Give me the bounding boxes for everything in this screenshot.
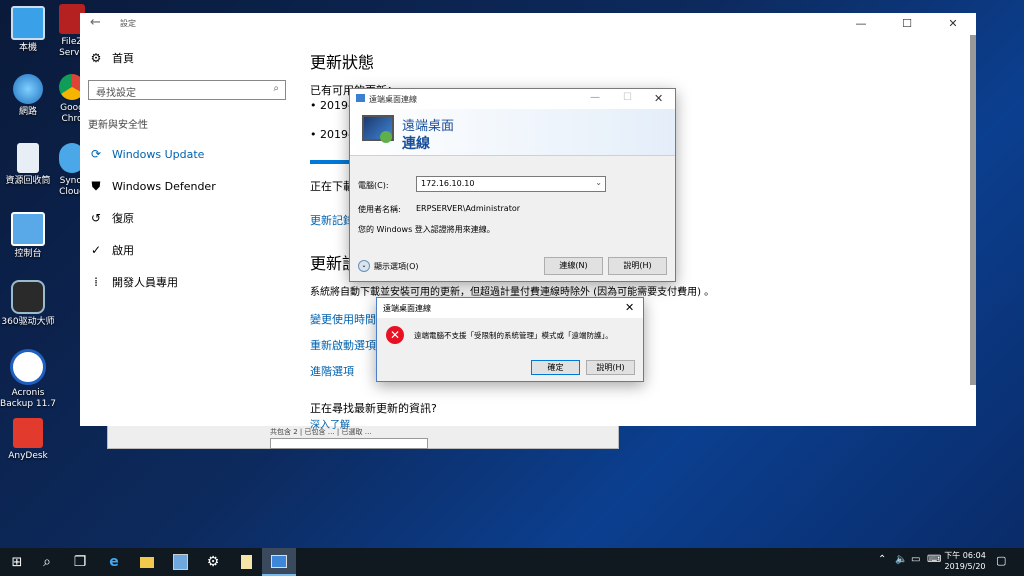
- section-heading: 更新與安全性: [88, 120, 148, 131]
- search-icon[interactable]: ⌕: [30, 548, 64, 576]
- chevron-down-icon[interactable]: ⌄: [595, 178, 602, 187]
- background-window-field: [270, 438, 428, 449]
- acronis-icon: [10, 349, 46, 385]
- minimize-icon[interactable]: —: [838, 13, 884, 35]
- settings-titlebar[interactable]: ← 設定 — ☐ ✕: [80, 13, 976, 35]
- ok-button[interactable]: 確定: [531, 360, 580, 375]
- username-label: 使用者名稱:: [358, 205, 401, 214]
- username-value: ERPSERVER\Administrator: [416, 204, 521, 213]
- nav-windows-update[interactable]: ⟳ Windows Update: [89, 144, 204, 164]
- desktop-icon-anydesk[interactable]: AnyDesk: [0, 418, 58, 462]
- gear-icon: ⚙: [90, 51, 102, 65]
- error-titlebar[interactable]: 遠端桌面連線 ✕: [377, 298, 643, 318]
- history-icon: ↺: [90, 211, 102, 225]
- desktop-icon-acronis[interactable]: Acronis Backup 11.7: [0, 349, 58, 410]
- show-hidden-icons-chevron-icon[interactable]: ⌃: [878, 554, 886, 565]
- download-progress-fill: [310, 160, 351, 164]
- nav-recovery[interactable]: ↺ 復原: [89, 208, 134, 228]
- desktop-icon-recycle-bin[interactable]: 資源回收筒: [0, 143, 56, 187]
- looking-for-info-text: 正在尋找最新更新的資訊?: [310, 402, 437, 415]
- desktop-icon-360[interactable]: 360驱动大师: [0, 280, 58, 328]
- internet-explorer-icon[interactable]: e: [97, 548, 131, 576]
- computer-icon: [11, 6, 45, 40]
- restart-options-link[interactable]: 重新啟動選項: [310, 337, 376, 353]
- advanced-options-link[interactable]: 進階選項: [310, 363, 354, 379]
- maximize-icon[interactable]: ☐: [623, 92, 632, 103]
- check-circle-icon: ✓: [90, 243, 102, 257]
- update-status-title: 更新狀態: [310, 53, 375, 72]
- notepad-icon[interactable]: [229, 548, 263, 576]
- anydesk-icon: [13, 418, 43, 448]
- close-icon[interactable]: ✕: [930, 13, 976, 35]
- search-input[interactable]: 尋找設定 ⌕: [88, 80, 286, 100]
- back-arrow-icon[interactable]: ←: [90, 15, 101, 30]
- volume-icon[interactable]: 🔈: [895, 554, 907, 565]
- refresh-icon: ⟳: [90, 147, 102, 161]
- nav-activation[interactable]: ✓ 啟用: [89, 240, 134, 260]
- error-title: 遠端桌面連線: [383, 304, 431, 313]
- downloading-status: 正在下載: [310, 180, 354, 193]
- rdp-help-button[interactable]: 說明(H): [608, 257, 667, 275]
- minimize-icon[interactable]: —: [590, 92, 600, 103]
- remote-desktop-window[interactable]: 遠端桌面連線 — ☐ ✕ 遠端桌面 連線 電腦(C): 172.16.10.10…: [349, 88, 676, 282]
- rdp-arrow-icon: [380, 131, 392, 143]
- maximize-icon[interactable]: ☐: [884, 13, 930, 35]
- credential-note: 您的 Windows 登入認證將用來連線。: [358, 225, 495, 234]
- search-icon: ⌕: [273, 83, 279, 94]
- auto-download-text: 系統將自動下載並安裝可用的更新，但超過計量付費連線時除外 (因為可能需要支付費用…: [310, 287, 715, 298]
- computer-combobox[interactable]: 172.16.10.10 ⌄: [416, 176, 606, 192]
- rdp-app-icon: [356, 94, 365, 102]
- update-history-link[interactable]: 更新記錄: [310, 212, 354, 228]
- background-window[interactable]: 共包含 2 | 已包含 … | 已選取 …: [107, 425, 619, 449]
- rdp-titlebar[interactable]: 遠端桌面連線 — ☐ ✕: [350, 89, 675, 109]
- rdp-title: 遠端桌面連線: [369, 95, 417, 104]
- window-title: 設定: [120, 19, 136, 28]
- nav-developers[interactable]: ⁞ 開發人員專用: [89, 272, 178, 292]
- gear-icon: [11, 280, 45, 314]
- clock[interactable]: 下午 06:04 2019/5/20: [940, 550, 990, 572]
- learn-more-link[interactable]: 深入了解: [310, 416, 350, 431]
- task-view-icon[interactable]: ❐: [63, 548, 97, 576]
- settings-gear-icon[interactable]: ⚙: [196, 548, 230, 576]
- connect-button[interactable]: 連線(N): [544, 257, 603, 275]
- error-message: 遠端電腦不支援「受限制的系統管理」模式或「遠端防護」。: [414, 331, 613, 340]
- start-windows-icon[interactable]: ⊞: [0, 548, 34, 576]
- desktop-icon-this-pc[interactable]: 本機: [0, 6, 56, 54]
- rdp-banner-line1: 遠端桌面: [402, 119, 455, 134]
- rdp-banner-line2: 連線: [402, 136, 430, 152]
- desktop-icon-network[interactable]: 網路: [0, 74, 56, 118]
- error-help-button[interactable]: 說明(H): [586, 360, 635, 375]
- rdp-banner: 遠端桌面 連線: [350, 109, 675, 156]
- close-icon[interactable]: ✕: [654, 92, 663, 105]
- show-options-toggle[interactable]: ⌄ 顯示選項(O): [358, 260, 419, 272]
- clock-date: 2019/5/20: [944, 562, 986, 571]
- remote-desktop-taskbar-icon[interactable]: [262, 548, 296, 576]
- network-tray-icon[interactable]: ▭: [911, 554, 920, 565]
- notification-icon[interactable]: ▢: [996, 554, 1006, 567]
- shield-icon: ⛊: [91, 178, 101, 193]
- developer-icon: ⁞: [94, 275, 98, 289]
- expand-icon: ⌄: [358, 260, 370, 272]
- close-icon[interactable]: ✕: [625, 301, 634, 314]
- control-panel-icon: [11, 212, 45, 246]
- file-explorer-icon[interactable]: [130, 548, 164, 576]
- recycle-bin-icon: [17, 143, 39, 173]
- computer-label: 電腦(C):: [358, 181, 389, 190]
- error-icon: ✕: [386, 326, 404, 344]
- taskbar: ⊞ ⌕ ❐ e ⚙ ⌃ 🔈 ▭ ⌨ 下午 06:04 2019/5/20 ▢: [0, 548, 1024, 576]
- desktop-icon-control-panel[interactable]: 控制台: [0, 212, 56, 260]
- error-dialog[interactable]: 遠端桌面連線 ✕ ✕ 遠端電腦不支援「受限制的系統管理」模式或「遠端防護」。 確…: [376, 297, 644, 382]
- nav-windows-defender[interactable]: ⛊ Windows Defender: [89, 176, 215, 196]
- scrollbar[interactable]: [970, 35, 976, 385]
- clock-time: 下午 06:04: [944, 551, 986, 560]
- nav-home[interactable]: ⚙ 首頁: [89, 48, 134, 68]
- network-icon: [13, 74, 43, 104]
- change-active-hours-link[interactable]: 變更使用時間: [310, 311, 376, 327]
- server-manager-icon[interactable]: [163, 548, 197, 576]
